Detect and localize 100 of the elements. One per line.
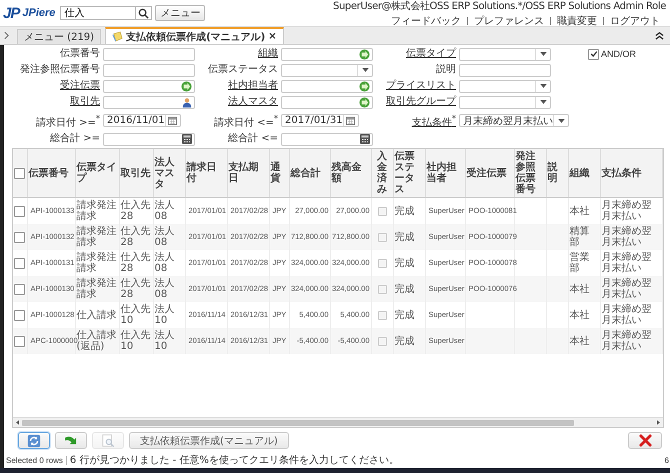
field-label: 請求日付 <=$^{*}$: [212, 112, 278, 130]
field-label: 伝票番号: [59, 47, 100, 61]
calculator-icon[interactable]: [182, 134, 192, 144]
process-button[interactable]: 支払依頼伝票作成(マニュアル): [129, 432, 289, 449]
column-header[interactable]: 支払条件: [600, 149, 662, 198]
row-checkbox[interactable]: [14, 206, 26, 217]
row-checkbox[interactable]: [14, 284, 26, 295]
row-checkbox[interactable]: [14, 232, 26, 243]
arrow-icon[interactable]: [359, 48, 370, 60]
input-field[interactable]: [281, 132, 373, 146]
column-header[interactable]: 伝票ステータス: [393, 149, 425, 198]
caret-icon[interactable]: [540, 52, 546, 56]
table-cell: 月末締め翌月末払い: [602, 226, 652, 248]
column-header[interactable]: 伝票番号: [27, 149, 75, 198]
header-link[interactable]: ログアウト: [604, 14, 666, 28]
input-field[interactable]: [281, 80, 373, 92]
column-header[interactable]: 伝票タイプ: [75, 149, 119, 198]
table-cell: 月末締め翌月末払い: [602, 278, 652, 300]
table-cell: 営業部: [570, 252, 590, 274]
column-header[interactable]: 受注伝票: [465, 149, 514, 198]
and-or-checkbox[interactable]: AND/OR: [572, 48, 666, 60]
field-label[interactable]: 取引先グループ: [376, 95, 456, 109]
input-field[interactable]: [103, 48, 195, 60]
input-field[interactable]: [281, 96, 373, 108]
field-label[interactable]: 社内担当者: [198, 79, 278, 93]
status-message: 6 行が見つかりました - 任意%を使ってクエリ条件を入力してください。: [70, 454, 399, 467]
row-checkbox[interactable]: [14, 310, 26, 321]
close-icon[interactable]: ×: [268, 31, 277, 42]
table-cell: 請求発注請求: [76, 252, 116, 274]
table-cell: 法人08: [154, 226, 174, 248]
input-field[interactable]: [103, 132, 195, 146]
header-link[interactable]: プレファレンス: [468, 14, 550, 28]
arrow-icon[interactable]: [359, 80, 370, 92]
scroll-left-icon[interactable]: [16, 420, 19, 425]
column-header[interactable]: 通貨: [269, 149, 289, 198]
column-header[interactable]: 支払期日: [227, 149, 269, 198]
field-label[interactable]: 取引先: [10, 95, 100, 109]
input-field[interactable]: [103, 64, 195, 76]
selection-count: Selected 0 rows: [6, 456, 67, 464]
header-link[interactable]: 職責変更: [551, 14, 603, 28]
calculator-icon[interactable]: [360, 134, 370, 144]
cancel-button[interactable]: [628, 432, 662, 449]
table-cell: 仕入先28: [120, 226, 150, 248]
table-cell: 法人08: [154, 278, 174, 300]
column-header[interactable]: 総合計: [289, 149, 330, 198]
menu-button[interactable]: メニュー: [155, 5, 206, 21]
person-icon[interactable]: [182, 96, 192, 108]
input-field[interactable]: [459, 80, 551, 92]
field-label[interactable]: 組織: [198, 47, 278, 61]
scroll-right-icon[interactable]: [657, 420, 660, 425]
row-checkbox[interactable]: [14, 258, 26, 269]
input-field[interactable]: [459, 48, 551, 60]
field-label[interactable]: 受注伝票: [10, 79, 100, 93]
input-field[interactable]: 2016/11/01: [103, 114, 181, 128]
field-label[interactable]: 支払条件$^{*}$: [376, 111, 456, 130]
field-label[interactable]: 法人マスタ: [198, 95, 278, 109]
column-header[interactable]: 組織: [568, 149, 600, 198]
caret-icon[interactable]: [540, 100, 546, 104]
input-field[interactable]: [281, 48, 373, 60]
search-field[interactable]: 仕入: [60, 6, 136, 20]
column-header[interactable]: 入金済み: [371, 149, 393, 198]
collapse-icon[interactable]: [655, 31, 664, 40]
table-cell: 完成: [394, 284, 414, 295]
search-icon[interactable]: [138, 8, 150, 18]
row-checkbox[interactable]: [14, 336, 26, 347]
field-label[interactable]: プライスリスト: [376, 79, 456, 93]
column-header[interactable]: 取引先: [119, 149, 153, 198]
select-all-checkbox[interactable]: [14, 168, 26, 179]
column-header[interactable]: 発注参照伝票番号: [514, 149, 546, 198]
column-header[interactable]: 説明: [546, 149, 568, 198]
arrow-icon[interactable]: [359, 96, 370, 108]
column-header[interactable]: 社内担当者: [425, 149, 465, 198]
tab[interactable]: 支払依頼伝票作成(マニュアル) ×: [105, 27, 284, 44]
arrow-button[interactable]: [55, 432, 87, 449]
calendar-icon[interactable]: [346, 116, 356, 126]
table-cell: 法人10: [154, 330, 174, 352]
caret-icon[interactable]: [362, 68, 368, 72]
column-header[interactable]: 残高金額: [330, 149, 371, 198]
input-field[interactable]: [103, 96, 195, 108]
table-cell: 精算部: [570, 226, 590, 248]
input-field[interactable]: [459, 64, 551, 76]
caret-icon[interactable]: [540, 84, 546, 88]
input-field[interactable]: 月末締め翌月末払い: [459, 114, 569, 128]
caret-icon[interactable]: [558, 118, 564, 123]
chevron-right-icon[interactable]: [4, 31, 9, 40]
input-field[interactable]: [281, 64, 373, 76]
input-field[interactable]: [103, 80, 195, 92]
calendar-icon[interactable]: [168, 116, 178, 126]
column-header[interactable]: 法人マスタ: [153, 149, 185, 198]
arrow-icon[interactable]: [181, 80, 192, 92]
refresh-button[interactable]: [18, 432, 50, 449]
field-label: 発注参照伝票番号: [19, 63, 100, 77]
horizontal-scrollbar[interactable]: [13, 417, 663, 427]
input-field[interactable]: 2017/01/31: [281, 114, 359, 128]
field-label[interactable]: 伝票タイプ: [376, 47, 456, 61]
table-cell: 完成: [394, 232, 414, 243]
tab[interactable]: メニュー (219): [17, 29, 102, 44]
input-field[interactable]: [459, 96, 551, 108]
header-link[interactable]: フィードバック: [385, 14, 467, 28]
column-header[interactable]: 請求日付: [185, 149, 227, 198]
